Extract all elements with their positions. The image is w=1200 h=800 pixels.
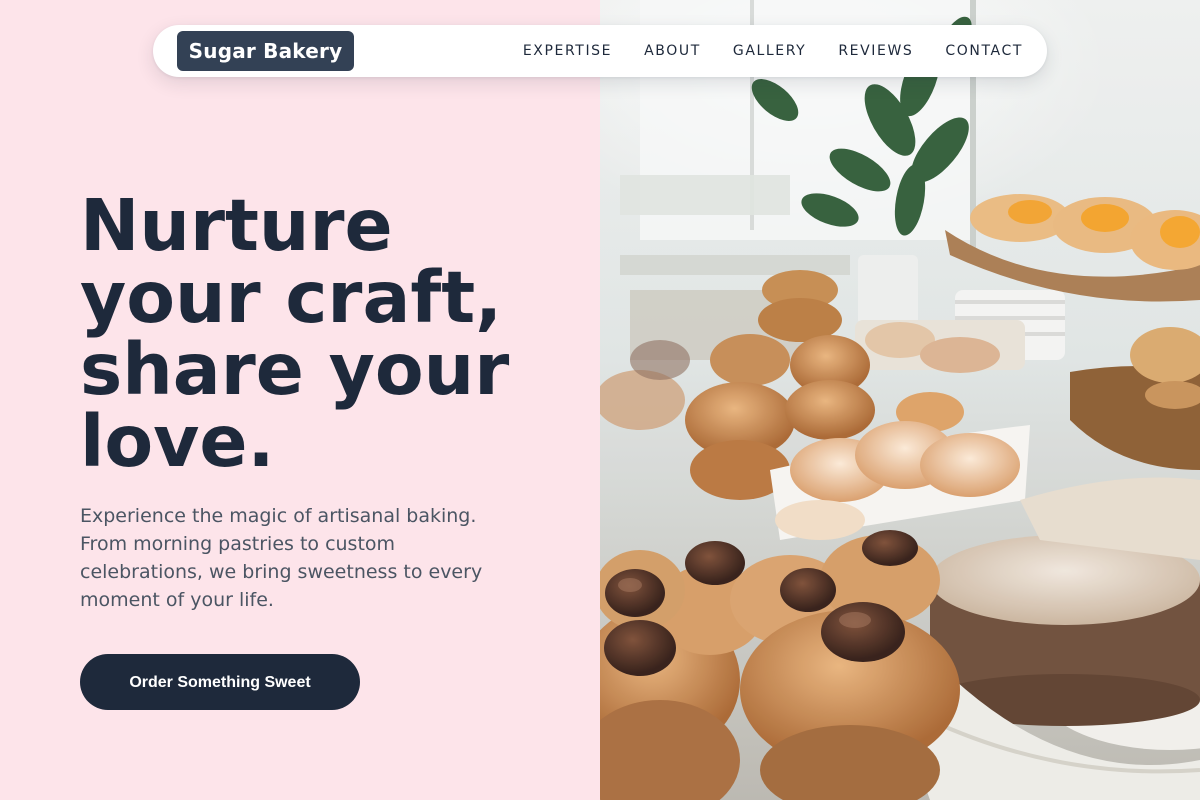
order-button[interactable]: Order Something Sweet [80, 654, 360, 710]
hero-title-line: love. [80, 400, 275, 483]
hero-title-line: share your [80, 328, 510, 411]
brand-logo[interactable]: Sugar Bakery [177, 31, 354, 71]
nav-link-gallery[interactable]: GALLERY [733, 43, 806, 59]
page: Sugar Bakery EXPERTISE ABOUT GALLERY REV… [0, 0, 1200, 800]
bakery-photo [600, 0, 1200, 800]
hero-description-line: From morning pastries to custom [80, 533, 396, 555]
hero-title-line: Nurture [80, 184, 393, 267]
nav-link-reviews[interactable]: REVIEWS [838, 43, 913, 59]
navbar: Sugar Bakery EXPERTISE ABOUT GALLERY REV… [153, 25, 1047, 77]
nav-link-expertise[interactable]: EXPERTISE [523, 43, 612, 59]
nav-links: EXPERTISE ABOUT GALLERY REVIEWS CONTACT [523, 25, 1023, 77]
hero-description: Experience the magic of artisanal baking… [80, 502, 520, 614]
hero-title-line: your craft, [80, 256, 503, 339]
hero-title: Nurture your craft, share your love. [80, 190, 580, 478]
hero-description-line: Experience the magic of artisanal baking… [80, 505, 477, 527]
nav-link-about[interactable]: ABOUT [644, 43, 701, 59]
nav-link-contact[interactable]: CONTACT [945, 43, 1023, 59]
hero-description-line: celebrations, we bring sweetness to ever… [80, 561, 483, 583]
hero-description-line: moment of your life. [80, 589, 274, 611]
